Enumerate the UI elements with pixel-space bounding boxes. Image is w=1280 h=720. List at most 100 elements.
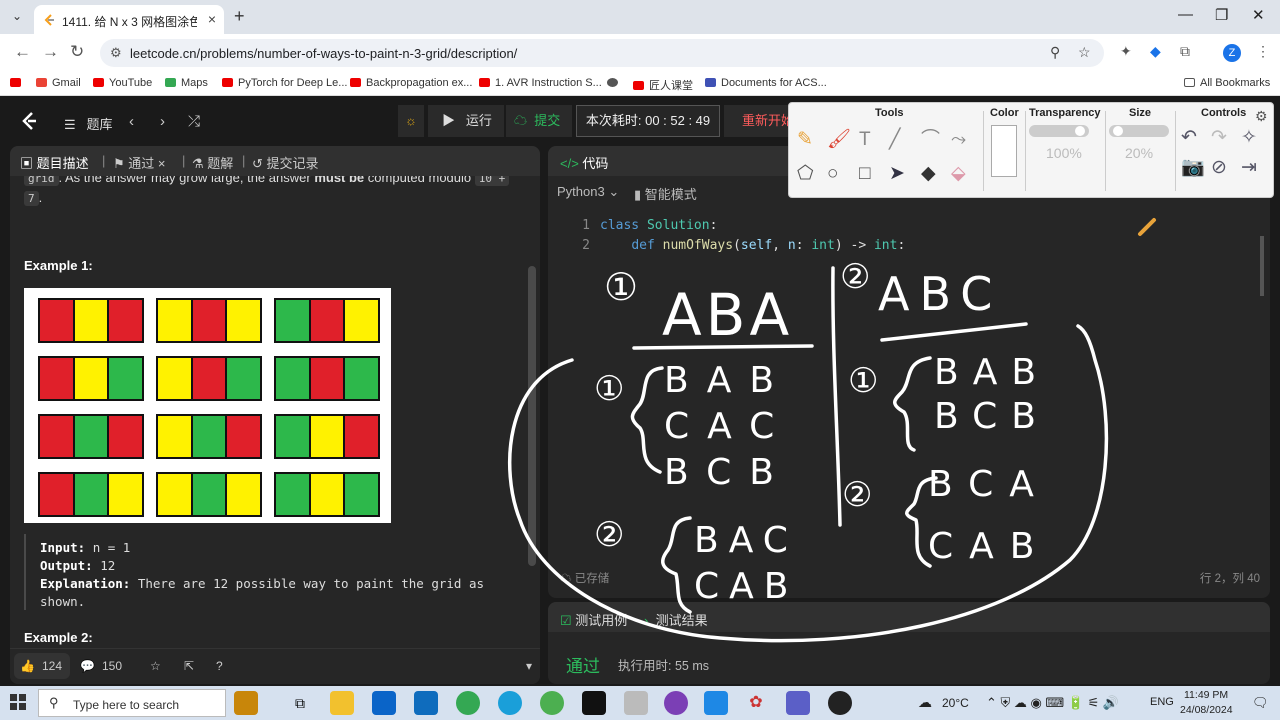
rectangle-tool-icon[interactable]: □ — [859, 163, 870, 185]
teams-icon[interactable] — [786, 691, 810, 715]
tab-solutions[interactable]: ⚗ 题解 — [192, 153, 233, 172]
redo-icon[interactable]: ↷ — [1211, 127, 1227, 149]
terminal-icon[interactable] — [582, 691, 606, 715]
pointer-tool-icon[interactable]: ➤ — [889, 163, 905, 185]
mail-icon[interactable] — [414, 691, 438, 715]
eraser-tool-icon[interactable]: ◆ — [921, 163, 936, 185]
tab-accepted[interactable]: ⚑ 通过 × — [113, 153, 166, 172]
taskbar-app-briefcase-icon[interactable] — [234, 691, 258, 715]
app-icon[interactable] — [624, 691, 648, 715]
input-language[interactable]: ENG — [1150, 696, 1174, 708]
close-tab-icon[interactable]: × — [158, 156, 166, 171]
circle-tool-icon[interactable]: ○ — [827, 163, 838, 185]
browser-menu-icon[interactable]: ⋮ — [1256, 43, 1270, 60]
chrome-profile-icon[interactable] — [540, 691, 564, 715]
minimize-icon[interactable]: — — [1178, 6, 1193, 23]
bookmark-youtube-icon-1[interactable] — [10, 77, 26, 89]
run-button[interactable]: ▶ 运行 — [428, 105, 504, 137]
debug-icon[interactable]: ☼ — [398, 105, 424, 137]
transparency-slider[interactable] — [1029, 125, 1089, 137]
taskbar-search-box[interactable]: ⚲ Type here to search — [38, 689, 226, 717]
share-icon[interactable]: ⇱ — [184, 659, 194, 673]
vscode-icon[interactable] — [704, 691, 728, 715]
next-problem-icon[interactable]: › — [160, 113, 165, 130]
bookmark-youtube[interactable]: YouTube — [93, 77, 152, 89]
pencil-tool-icon[interactable]: ✎ — [797, 129, 813, 151]
close-window-icon[interactable]: ✕ — [1252, 6, 1265, 24]
edge-icon[interactable] — [498, 691, 522, 715]
tab-testcase[interactable]: ☑ 测试用例 — [560, 610, 627, 629]
windows-start-icon[interactable] — [10, 694, 26, 710]
clear-icon[interactable]: ✧ — [1241, 127, 1257, 149]
prev-problem-icon[interactable]: ‹ — [129, 113, 134, 130]
curve-tool-icon[interactable]: ⌒ — [921, 129, 940, 151]
code-scrollbar[interactable] — [1260, 236, 1264, 296]
chrome-icon[interactable] — [456, 691, 480, 715]
fill-tool-icon[interactable]: ⬙ — [951, 163, 966, 185]
tab-result[interactable]: › 测试结果 — [644, 610, 708, 629]
hide-eye-icon[interactable]: ⊘ — [1211, 157, 1227, 179]
new-tab-icon[interactable]: + — [234, 6, 245, 27]
random-problem-icon[interactable]: ⤮ — [188, 113, 200, 130]
bookmark-pytorch[interactable]: PyTorch for Deep Le... — [222, 77, 347, 89]
settings-gear-icon[interactable]: ⚙ — [1255, 105, 1268, 127]
help-icon[interactable]: ? — [216, 659, 223, 673]
system-tray-icons[interactable]: ⌃ ⛨ ☁ ◉ ⌨ 🔋 ⚟ 🔊 — [986, 695, 1119, 711]
browser-tab-active[interactable]: 1411. 给 N x 3 网格图涂色的方 × — [34, 5, 224, 34]
polygon-tool-icon[interactable]: ⬠ — [797, 163, 814, 185]
marker-tool-icon[interactable]: 🖌 — [827, 129, 851, 151]
weather-icon[interactable]: ☁ — [918, 694, 932, 711]
bookmark-maps[interactable]: Maps — [165, 77, 208, 89]
submit-button[interactable]: ☁ 提交 — [506, 105, 572, 137]
leetcode-logo-icon[interactable] — [20, 111, 38, 136]
back-icon[interactable]: ← — [14, 42, 31, 62]
podcast-icon[interactable] — [664, 691, 688, 715]
restart-button[interactable]: 重新开始 — [724, 105, 794, 137]
description-scrollbar[interactable] — [528, 266, 536, 566]
tab-submissions[interactable]: ↺ 提交记录 — [252, 153, 319, 172]
store-icon[interactable] — [372, 691, 396, 715]
bookmark-backprop[interactable]: Backpropagation ex... — [350, 77, 472, 89]
comment-icon[interactable]: 💬 — [80, 659, 95, 673]
tab-description[interactable]: ▣ 题目描述 — [20, 153, 89, 172]
file-explorer-icon[interactable] — [330, 691, 354, 715]
notifications-icon[interactable]: 🗨 — [1252, 695, 1269, 711]
code-tab[interactable]: </> 代码 — [560, 153, 608, 172]
weather-temp[interactable]: 20°C — [942, 696, 969, 710]
clock-time[interactable]: 11:49 PM — [1184, 689, 1228, 701]
paint-icon[interactable]: ✿ — [744, 691, 768, 715]
color-swatch[interactable] — [991, 125, 1017, 177]
extension-icon[interactable]: ✦ — [1120, 43, 1132, 60]
smart-mode-toggle[interactable]: ▮ 智能模式 — [634, 184, 697, 203]
bookmark-avr[interactable]: 1. AVR Instruction S... — [479, 77, 602, 89]
size-slider[interactable] — [1109, 125, 1169, 137]
clock-date[interactable]: 24/08/2024 — [1180, 704, 1233, 716]
zoom-icon[interactable]: ⚲ — [1050, 44, 1060, 61]
exit-icon[interactable]: ⇥ — [1241, 157, 1257, 179]
language-select[interactable]: Python3 ⌄ — [557, 184, 619, 200]
line-tool-icon[interactable]: ╱ — [889, 129, 900, 151]
bookmark-globe-icon[interactable] — [607, 77, 623, 89]
extensions-puzzle-icon[interactable]: ⧉ — [1180, 43, 1190, 60]
task-view-icon[interactable]: ⧉ — [288, 691, 312, 715]
bookmark-jiangren[interactable]: 匠人课堂 — [633, 77, 693, 93]
problem-list-button[interactable]: ☰ 题库 — [64, 114, 113, 133]
bookmark-star-icon[interactable]: ☆ — [1078, 44, 1091, 61]
maximize-icon[interactable]: ❐ — [1215, 6, 1228, 24]
timer-display[interactable]: 本次耗时: 00 : 52 : 49 — [576, 105, 720, 137]
arrow-tool-icon[interactable]: ⤳ — [951, 129, 966, 151]
forward-icon[interactable]: → — [42, 42, 59, 62]
profile-avatar[interactable]: Z — [1223, 44, 1241, 62]
recorder-icon[interactable] — [828, 691, 852, 715]
screenshot-camera-icon[interactable]: 📷 — [1181, 157, 1205, 179]
bookmark-gmail[interactable]: Gmail — [36, 77, 81, 89]
site-info-icon[interactable]: ⚙ — [110, 45, 122, 61]
code-line-2[interactable]: def numOfWays(self, n: int) -> int: — [600, 238, 905, 253]
reload-icon[interactable]: ↻ — [70, 42, 84, 62]
code-line-1[interactable]: class Solution: — [600, 218, 717, 233]
scroll-down-icon[interactable]: ▾ — [526, 659, 532, 673]
url-bar[interactable]: ⚙ leetcode.cn/problems/number-of-ways-to… — [100, 39, 1104, 67]
tab-search-dropdown-icon[interactable]: ⌄ — [8, 7, 26, 25]
text-tool-icon[interactable]: T — [859, 129, 871, 151]
bookmark-acs[interactable]: Documents for ACS... — [705, 77, 827, 89]
